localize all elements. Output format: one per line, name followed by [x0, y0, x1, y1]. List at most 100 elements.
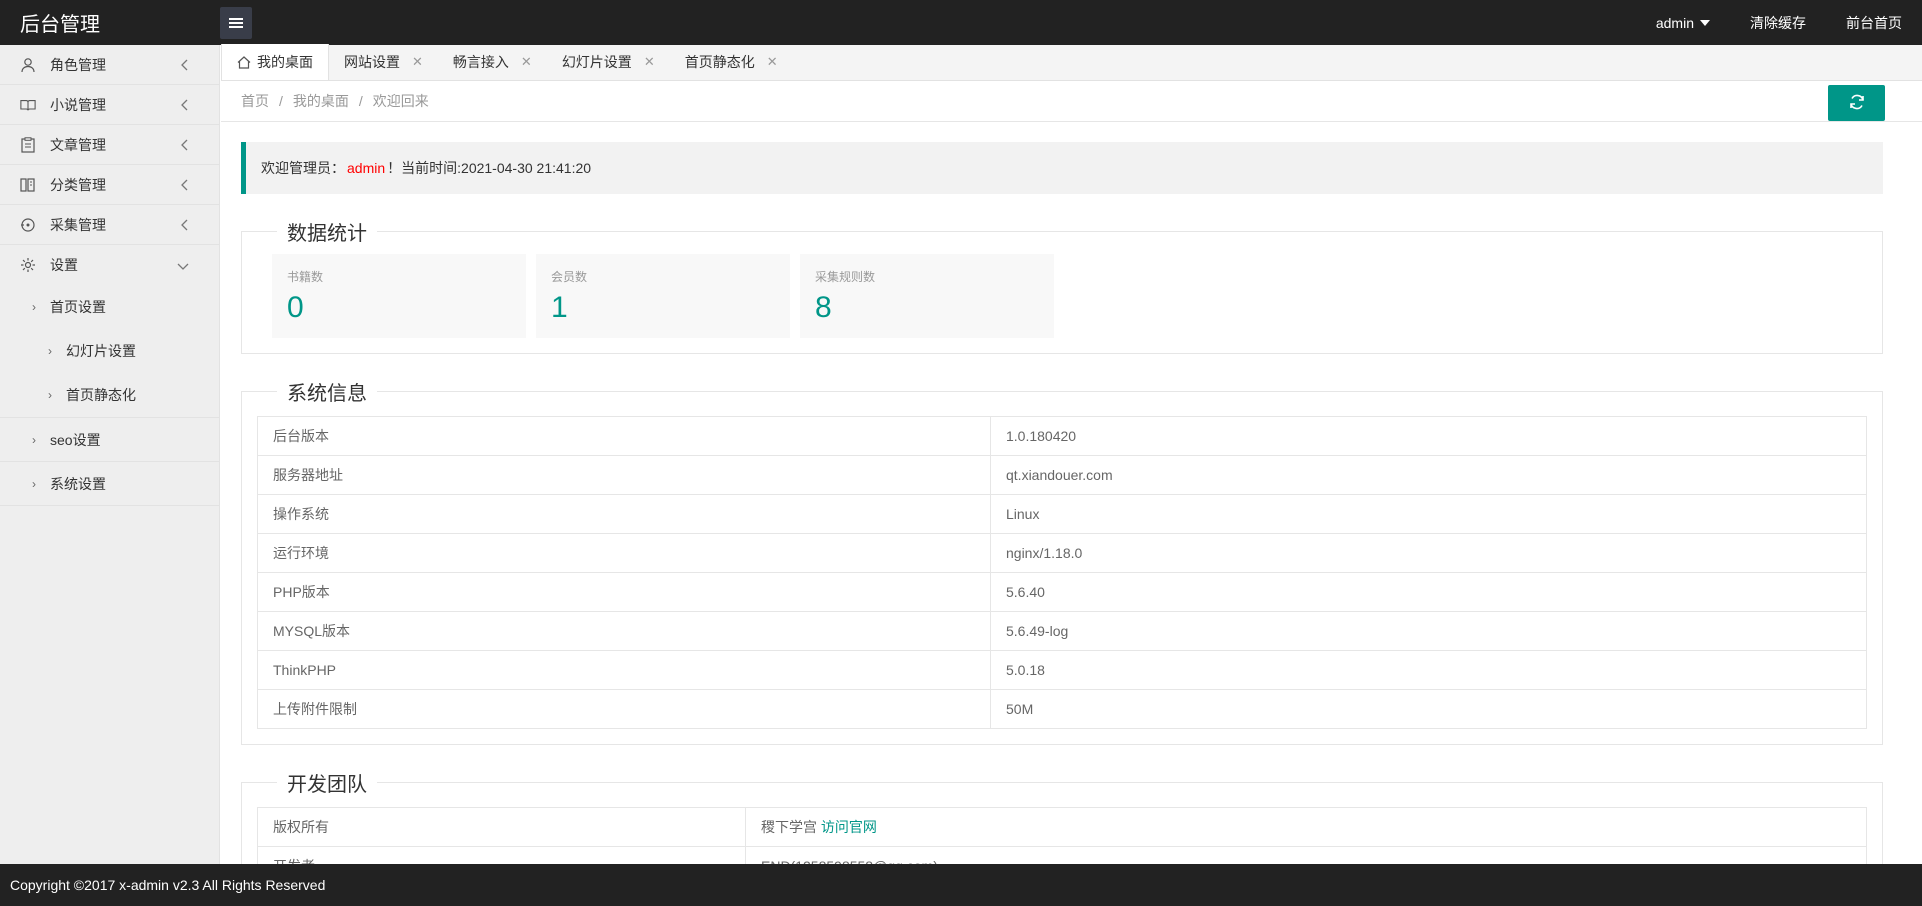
main-area: 我的桌面 网站设置 ✕ 畅言接入 ✕ 幻灯片设置 ✕ 首页静态化 ✕ 首页 / …: [221, 44, 1922, 902]
system-info-legend: 系统信息: [287, 383, 367, 405]
tab-site-settings[interactable]: 网站设置 ✕: [329, 44, 438, 80]
breadcrumb-separator: /: [279, 93, 283, 109]
sidebar-subitem-seo[interactable]: › seo设置: [0, 418, 219, 462]
book-icon: [20, 97, 36, 113]
stat-members[interactable]: 会员数 1: [536, 254, 790, 338]
sidebar-subitem-system[interactable]: › 系统设置: [0, 462, 219, 506]
info-value: 50M: [990, 689, 1867, 729]
system-info-table: 后台版本 1.0.180420 服务器地址 qt.xiandouer.com 操作系统 L…: [257, 416, 1867, 729]
close-icon[interactable]: ✕: [767, 54, 778, 70]
chevron-left-icon: [181, 138, 189, 154]
tab-static[interactable]: 首页静态化 ✕: [670, 44, 793, 80]
sidebar-item-novels[interactable]: 小说管理: [0, 85, 219, 125]
info-label: 运行环境: [257, 533, 991, 573]
stat-label: 书籍数: [287, 270, 324, 284]
chevron-right-icon: ›: [32, 432, 36, 447]
chevron-down-icon: [177, 258, 189, 274]
official-site-link[interactable]: 访问官网: [821, 819, 877, 835]
stat-value: 8: [815, 291, 832, 324]
chevron-right-icon: ›: [32, 300, 36, 314]
app-title: 后台管理: [20, 14, 100, 36]
sidebar-item-label: 采集管理: [50, 216, 106, 233]
chevron-right-icon: ›: [32, 476, 36, 491]
info-value: nginx/1.18.0: [990, 533, 1867, 573]
chevron-left-icon: [181, 58, 189, 74]
stat-value: 1: [551, 291, 568, 324]
tab-label: 首页静态化: [684, 54, 755, 70]
chevron-right-icon: ›: [48, 344, 52, 358]
breadcrumb-home[interactable]: 首页: [241, 91, 269, 111]
table-row: 版权所有 稷下学宫 访问官网: [257, 807, 1867, 847]
caret-down-icon: [1700, 19, 1710, 26]
sidebar-item-articles[interactable]: 文章管理: [0, 125, 219, 165]
frontend-home-link[interactable]: 前台首页: [1826, 13, 1922, 33]
info-value: qt.xiandouer.com: [990, 455, 1867, 495]
sidebar-item-settings[interactable]: 设置: [0, 245, 219, 285]
refresh-icon: [1848, 93, 1866, 114]
user-icon: [20, 57, 36, 73]
sidebar-item-label: 设置: [50, 257, 78, 273]
table-row: MYSQL版本 5.6.49-log: [257, 611, 1867, 651]
info-label: 操作系统: [257, 494, 991, 534]
clear-cache-link[interactable]: 清除缓存: [1730, 13, 1826, 33]
welcome-prefix: 欢迎管理员：: [261, 160, 345, 176]
table-row: PHP版本 5.6.40: [257, 572, 1867, 612]
tab-slides[interactable]: 幻灯片设置 ✕: [547, 44, 670, 80]
info-value: 5.0.18: [990, 650, 1867, 690]
info-label: MYSQL版本: [257, 611, 991, 651]
stat-rules[interactable]: 采集规则数 8: [800, 254, 1054, 338]
tab-label: 畅言接入: [452, 54, 509, 70]
chevron-left-icon: [181, 218, 189, 234]
clipboard-icon: [20, 136, 36, 153]
sidebar-subitem-label: seo设置: [50, 431, 101, 448]
chevron-left-icon: [181, 178, 189, 194]
tab-label: 网站设置: [344, 54, 400, 70]
sidebar-subitem-home-settings[interactable]: › 首页设置: [0, 285, 219, 329]
collect-icon: [20, 217, 36, 233]
tab-label: 我的桌面: [257, 54, 313, 70]
close-icon[interactable]: ✕: [412, 54, 423, 70]
user-name: admin: [1655, 14, 1694, 31]
breadcrumb-separator: /: [358, 93, 363, 109]
stat-label: 会员数: [551, 270, 588, 284]
user-menu[interactable]: admin: [1636, 15, 1730, 31]
top-navbar: 后台管理 admin 清除缓存 前台首页: [0, 0, 1922, 45]
stats-panel: 数据统计 书籍数 0 会员数 1 采集规则数 8: [241, 217, 1883, 354]
info-value: 1.0.180420: [990, 416, 1867, 456]
copyright-label: 版权所有: [257, 807, 746, 847]
sidebar-subitem-slides[interactable]: › 幻灯片设置: [0, 329, 219, 373]
stats-legend: 数据统计: [287, 223, 367, 245]
close-icon[interactable]: ✕: [644, 54, 655, 70]
copyright-value: 稷下学宫: [761, 819, 817, 835]
sidebar-subitem-static[interactable]: › 首页静态化: [0, 373, 219, 417]
sidebar-item-collect[interactable]: 采集管理: [0, 205, 219, 245]
tab-my-desktop[interactable]: 我的桌面: [221, 44, 329, 80]
sidebar-item-label: 分类管理: [50, 176, 106, 193]
sidebar-item-label: 小说管理: [50, 96, 106, 113]
info-value: Linux: [990, 494, 1867, 534]
category-icon: [20, 177, 36, 193]
table-row: 后台版本 1.0.180420: [257, 416, 1867, 456]
sidebar-item-roles[interactable]: 角色管理: [0, 45, 219, 85]
welcome-banner: 欢迎管理员： admin ！当前时间:2021-04-30 21:41:20: [241, 142, 1883, 194]
copyright-cell: 稷下学宫 访问官网: [745, 807, 1867, 847]
chevron-left-icon: [181, 98, 189, 114]
close-icon[interactable]: ✕: [521, 54, 532, 70]
table-row: ThinkPHP 5.0.18: [257, 650, 1867, 690]
tab-changyan[interactable]: 畅言接入 ✕: [438, 44, 547, 80]
home-icon: [237, 55, 251, 69]
footer: Copyright ©2017 x-admin v2.3 All Rights …: [0, 864, 1922, 906]
breadcrumb: 首页 / 我的桌面 / 欢迎回来: [221, 81, 1922, 122]
refresh-button[interactable]: [1828, 85, 1885, 121]
gear-icon: [20, 257, 36, 273]
hamburger-icon: [229, 17, 243, 28]
menu-toggle-button[interactable]: [220, 6, 252, 39]
stat-books[interactable]: 书籍数 0: [272, 254, 526, 338]
info-label: ThinkPHP: [257, 650, 991, 690]
sidebar-item-categories[interactable]: 分类管理: [0, 165, 219, 205]
stat-value: 0: [287, 291, 304, 324]
info-label: 服务器地址: [257, 455, 991, 495]
sidebar: 角色管理 小说管理 文章管理 分类管理 采集管理 设置 › 首页设置 › 幻灯片…: [0, 45, 220, 864]
info-value: 5.6.40: [990, 572, 1867, 612]
breadcrumb-desktop[interactable]: 我的桌面: [293, 91, 349, 111]
